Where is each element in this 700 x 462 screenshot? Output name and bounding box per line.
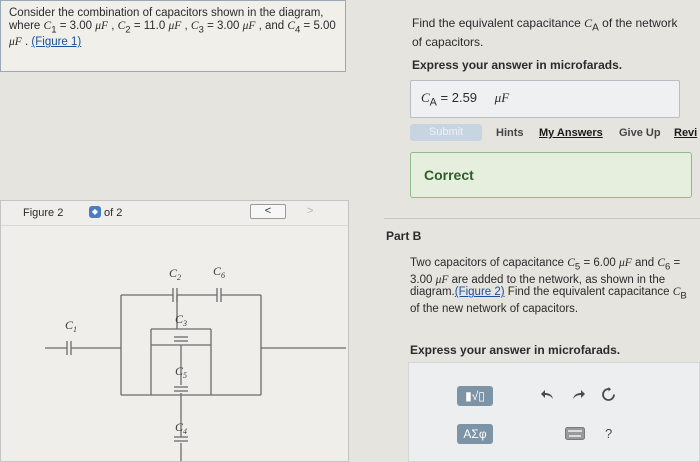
correct-label: Correct [424,167,474,183]
section-divider [384,218,700,219]
figure-header: Figure 2 ◆ of 2 < > [1,201,348,226]
label-c1: C1 [65,318,77,334]
label-c3: C3 [175,312,187,328]
answer-value: 2.59 [451,90,478,105]
part-b-question: Two capacitors of capacitance C5 = 6.00 … [410,257,687,316]
hints-link[interactable]: Hints [496,127,524,139]
label-c6: C6 [213,264,225,280]
answer-field[interactable]: CA = 2.59 μF [410,80,680,118]
answer-unit: μF [494,90,510,105]
figure-prev-button[interactable]: < [250,204,286,219]
part-a-instruction: Express your answer in microfarads. [412,58,623,72]
reset-icon[interactable] [601,387,616,405]
answer-editor[interactable]: ▮√▯ ΑΣφ ? [408,362,700,462]
submit-button[interactable]: Submit [410,124,482,141]
figure-2-link[interactable]: (Figure 2) [455,286,505,298]
figure-1-link[interactable]: (Figure 1) [31,36,81,48]
part-b-instruction: Express your answer in microfarads. [410,343,621,357]
greek-symbols-button[interactable]: ΑΣφ [457,424,493,444]
label-c2: C2 [169,266,181,282]
review-link[interactable]: Revi [674,127,697,139]
label-c4: C4 [175,420,187,436]
keyboard-icon[interactable] [565,427,585,443]
my-answers-link[interactable]: My Answers [539,127,603,139]
figure-panel: Figure 2 ◆ of 2 < > C2 C6 C1 C3 C5 C4 [0,200,349,462]
figure-count: of 2 [104,207,123,219]
correct-feedback: Correct [410,152,692,198]
figure-label: Figure 2 [23,207,64,219]
answer-content: CA = 2.59 μF [421,90,510,109]
templates-button[interactable]: ▮√▯ [457,386,493,406]
redo-icon[interactable] [571,388,585,405]
give-up-link[interactable]: Give Up [619,127,661,139]
undo-icon[interactable] [541,388,555,405]
circuit-diagram: C2 C6 C1 C3 C5 C4 [45,264,346,461]
label-c5: C5 [175,364,187,380]
help-icon[interactable]: ? [605,426,612,441]
figure-select-icon[interactable]: ◆ [89,206,101,218]
part-b-title[interactable]: Part B [386,229,421,243]
figure-next-button[interactable]: > [307,205,313,217]
part-a-question: Find the equivalent capacitance CA of th… [412,16,678,50]
problem-statement: Consider the combination of capacitors s… [0,0,346,72]
